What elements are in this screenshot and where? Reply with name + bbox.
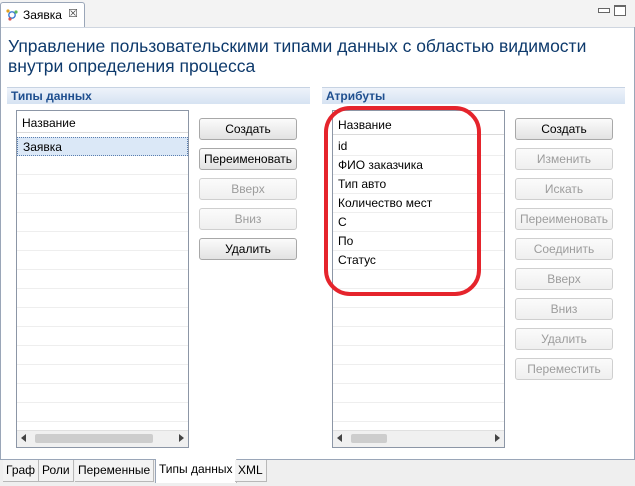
rename-type-button[interactable]: Переименовать xyxy=(199,148,297,170)
list-empty-row xyxy=(17,175,188,194)
editor-tab-strip xyxy=(0,0,635,28)
list-empty-row xyxy=(17,403,188,422)
scroll-right-icon[interactable] xyxy=(179,434,184,442)
scroll-right-icon[interactable] xyxy=(495,434,500,442)
list-empty-row xyxy=(17,251,188,270)
list-empty-row xyxy=(333,384,504,403)
delete-type-button[interactable]: Удалить xyxy=(199,238,297,260)
move-type-down-button[interactable]: Вниз xyxy=(199,208,297,230)
list-empty-row xyxy=(17,308,188,327)
list-empty-row xyxy=(333,403,504,422)
list-empty-row xyxy=(17,365,188,384)
list-empty-row xyxy=(17,327,188,346)
horizontal-scrollbar[interactable] xyxy=(333,430,504,447)
tab-variables[interactable]: Переменные xyxy=(75,460,155,482)
minimize-icon[interactable] xyxy=(598,8,610,13)
list-empty-row xyxy=(17,194,188,213)
red-highlight-outline xyxy=(324,106,481,296)
move-attribute-button[interactable]: Переместить xyxy=(515,358,613,380)
tab-roles[interactable]: Роли xyxy=(39,460,74,482)
scroll-left-icon[interactable] xyxy=(337,434,342,442)
list-empty-row xyxy=(333,308,504,327)
edit-attribute-button[interactable]: Изменить xyxy=(515,148,613,170)
scrollbar-thumb[interactable] xyxy=(351,434,387,443)
list-empty-row xyxy=(17,384,188,403)
list-empty-row xyxy=(17,156,188,175)
delete-attribute-button[interactable]: Удалить xyxy=(515,328,613,350)
list-empty-row xyxy=(17,346,188,365)
list-empty-row xyxy=(333,327,504,346)
attributes-group-header: Атрибуты xyxy=(322,87,625,104)
maximize-icon[interactable] xyxy=(614,5,626,16)
editor-tab-zayavka[interactable]: Заявка ☒ xyxy=(0,2,85,27)
tab-graph[interactable]: Граф xyxy=(3,460,40,482)
list-empty-row xyxy=(17,213,188,232)
bottom-tab-bar: Граф Роли Переменные Типы данных XML xyxy=(0,459,635,486)
tab-xml[interactable]: XML xyxy=(235,460,267,482)
create-attribute-button[interactable]: Создать xyxy=(515,118,613,140)
editor-tab-label: Заявка xyxy=(23,8,62,22)
data-type-row[interactable]: Заявка xyxy=(17,137,188,156)
list-empty-row xyxy=(17,232,188,251)
data-types-list[interactable]: Название Заявка xyxy=(16,110,189,448)
data-types-group-header: Типы данных xyxy=(7,87,310,104)
list-empty-row xyxy=(333,365,504,384)
close-icon[interactable]: ☒ xyxy=(67,7,79,21)
tab-data-types[interactable]: Типы данных xyxy=(155,459,237,483)
data-types-column-header[interactable]: Название xyxy=(17,114,188,133)
create-type-button[interactable]: Создать xyxy=(199,118,297,140)
rename-attribute-button[interactable]: Переименовать xyxy=(515,208,613,230)
move-attribute-up-button[interactable]: Вверх xyxy=(515,268,613,290)
horizontal-scrollbar[interactable] xyxy=(17,430,188,447)
scrollbar-thumb[interactable] xyxy=(35,434,153,443)
process-icon xyxy=(6,9,18,21)
join-attribute-button[interactable]: Соединить xyxy=(515,238,613,260)
search-attribute-button[interactable]: Искать xyxy=(515,178,613,200)
list-empty-row xyxy=(333,346,504,365)
page-title: Управление пользовательскими типами данн… xyxy=(8,36,587,76)
move-type-up-button[interactable]: Вверх xyxy=(199,178,297,200)
list-empty-row xyxy=(17,270,188,289)
list-empty-row xyxy=(17,289,188,308)
move-attribute-down-button[interactable]: Вниз xyxy=(515,298,613,320)
scroll-left-icon[interactable] xyxy=(21,434,26,442)
